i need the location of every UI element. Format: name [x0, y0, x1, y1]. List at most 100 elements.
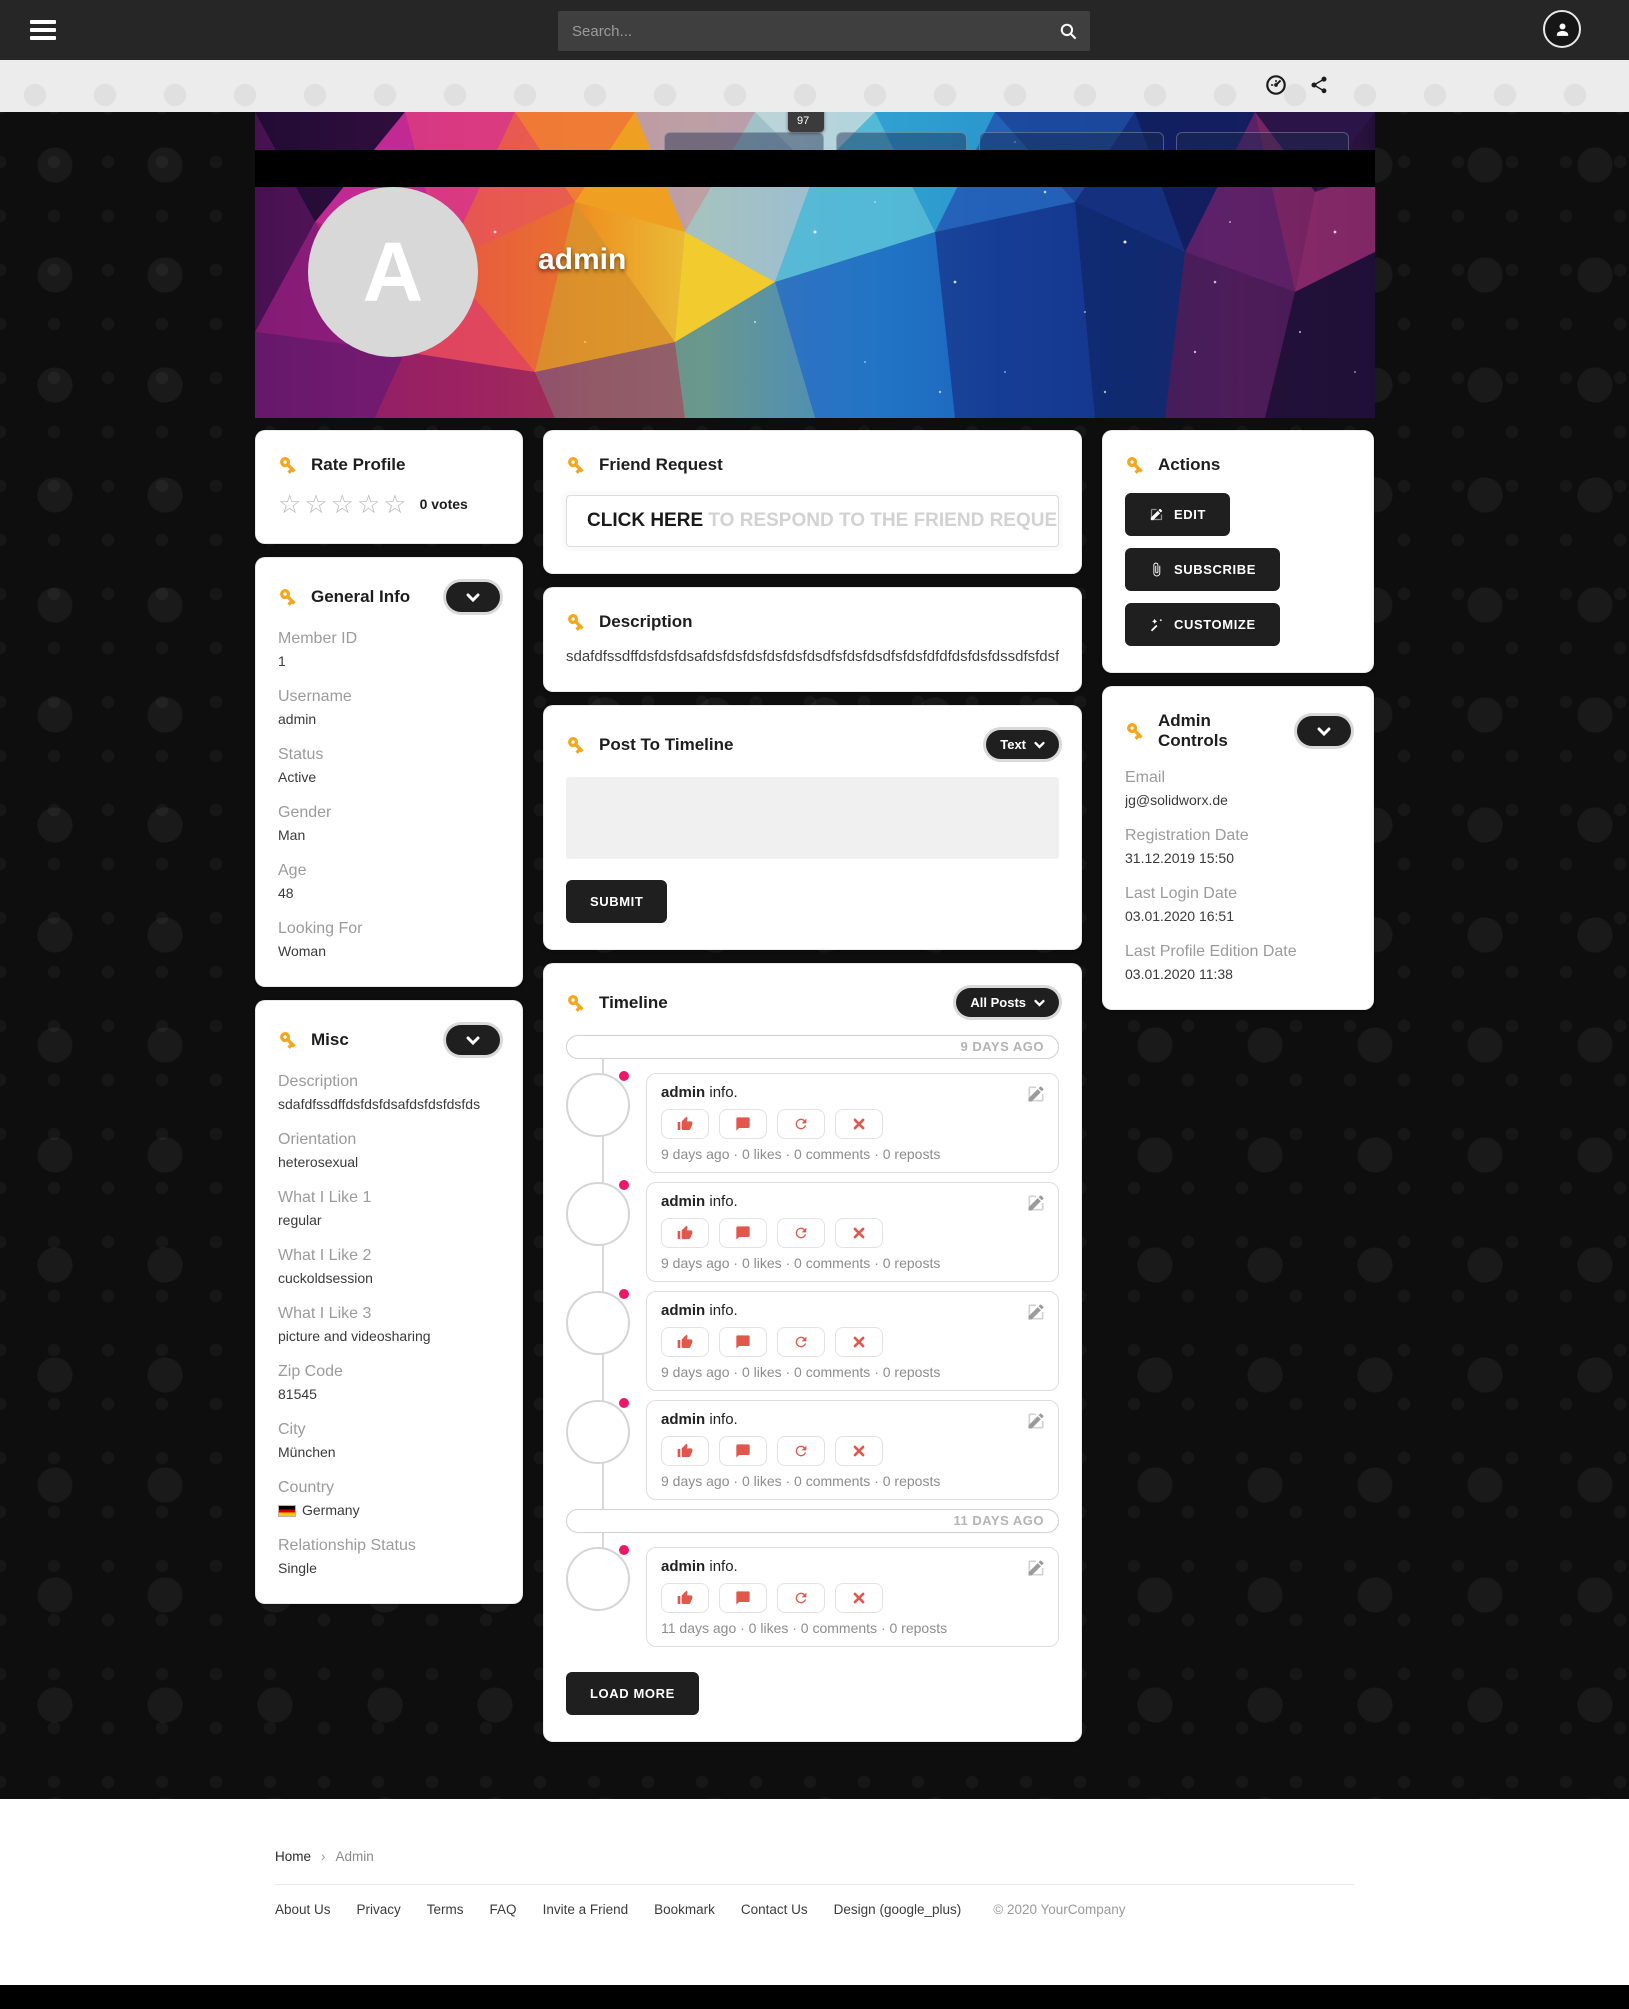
repost-button[interactable]: [777, 1583, 825, 1613]
post-avatar[interactable]: [566, 1182, 630, 1246]
post-author[interactable]: admin: [661, 1302, 705, 1319]
delete-button[interactable]: [835, 1327, 883, 1357]
key-icon: [1121, 451, 1149, 479]
edit-post-icon[interactable]: [1026, 1558, 1046, 1578]
field-label: Country: [278, 1478, 500, 1497]
timeline-filter-dropdown[interactable]: All Posts: [956, 988, 1059, 1017]
account-menu-button[interactable]: [1543, 10, 1581, 48]
footer-link[interactable]: Invite a Friend: [543, 1902, 629, 1917]
field-value: heterosexual: [278, 1154, 500, 1171]
profile-field: Age 48: [278, 861, 500, 902]
repost-button[interactable]: [777, 1218, 825, 1248]
like-button[interactable]: [661, 1436, 709, 1466]
post-author-line: admin info.: [661, 1558, 1044, 1576]
key-icon: [562, 608, 590, 636]
paperclip-icon: [1149, 562, 1164, 577]
chevron-down-icon: [1034, 741, 1045, 749]
like-button[interactable]: [661, 1327, 709, 1357]
field-value: 03.01.2020 11:38: [1125, 966, 1351, 983]
post-avatar[interactable]: [566, 1400, 630, 1464]
breadcrumb-home-link[interactable]: Home: [275, 1849, 311, 1864]
footer-divider: [275, 1884, 1354, 1885]
thumbs-up-icon: [677, 1443, 693, 1459]
star-icon[interactable]: ☆: [331, 491, 357, 517]
key-icon: [274, 1026, 302, 1054]
top-navbar: [0, 0, 1629, 60]
profile-avatar[interactable]: A: [308, 187, 478, 357]
post-avatar[interactable]: [566, 1547, 630, 1611]
edit-post-icon[interactable]: [1026, 1411, 1046, 1431]
star-icon[interactable]: ☆: [278, 491, 304, 517]
post-text: info.: [705, 1411, 738, 1428]
footer-link[interactable]: Privacy: [357, 1902, 401, 1917]
footer-link[interactable]: Contact Us: [741, 1902, 808, 1917]
star-icon[interactable]: ☆: [383, 491, 409, 517]
profile-field: Status Active: [278, 745, 500, 786]
hamburger-menu-icon[interactable]: [30, 20, 56, 40]
delete-button[interactable]: [835, 1436, 883, 1466]
like-button[interactable]: [661, 1583, 709, 1613]
repost-button[interactable]: [777, 1436, 825, 1466]
bottom-strip: [0, 1985, 1629, 2009]
profile-field: Country Germany: [278, 1478, 500, 1519]
field-value: cuckoldsession: [278, 1270, 500, 1287]
votes-count: 0 votes: [420, 496, 468, 512]
edit-post-icon[interactable]: [1026, 1193, 1046, 1213]
dashboard-icon[interactable]: [1265, 74, 1287, 96]
subscribe-button[interactable]: SUBSCRIBE: [1125, 548, 1280, 591]
footer-link[interactable]: FAQ: [490, 1902, 517, 1917]
post-author[interactable]: admin: [661, 1193, 705, 1210]
timeline-post: admin info.: [566, 1547, 1059, 1647]
comment-button[interactable]: [719, 1327, 767, 1357]
post-author[interactable]: admin: [661, 1558, 705, 1575]
post-avatar[interactable]: [566, 1073, 630, 1137]
post-author[interactable]: admin: [661, 1411, 705, 1428]
footer-link[interactable]: Terms: [427, 1902, 464, 1917]
load-more-button[interactable]: LOAD MORE: [566, 1672, 699, 1715]
star-icon[interactable]: ☆: [357, 491, 383, 517]
friend-request-respond-link[interactable]: CLICK HERE TO RESPOND TO THE FRIEND REQU…: [566, 495, 1059, 547]
post-status-dot: [619, 1071, 629, 1081]
cover-section: 571 97 CHANGE THUMBNAIL CHANGE COVER BEF…: [0, 112, 1629, 418]
post-author[interactable]: admin: [661, 1084, 705, 1101]
delete-button[interactable]: [835, 1109, 883, 1139]
search-input[interactable]: [558, 23, 1046, 40]
timeline-post: admin info.: [566, 1073, 1059, 1173]
post-to-timeline-card: Post To Timeline Text SUBMIT: [543, 705, 1082, 950]
delete-button[interactable]: [835, 1583, 883, 1613]
collapse-toggle-button[interactable]: [1297, 716, 1351, 746]
edit-button[interactable]: EDIT: [1125, 493, 1230, 536]
comment-button[interactable]: [719, 1109, 767, 1139]
footer: Home › Admin About Us Privacy Terms FAQ Invi…: [0, 1799, 1629, 1985]
collapse-toggle-button[interactable]: [446, 582, 500, 612]
sub-header: [0, 60, 1629, 112]
comment-button[interactable]: [719, 1583, 767, 1613]
post-type-dropdown[interactable]: Text: [986, 730, 1059, 759]
customize-button[interactable]: CUSTOMIZE: [1125, 603, 1280, 646]
submit-button[interactable]: SUBMIT: [566, 880, 667, 923]
search-button[interactable]: [1046, 11, 1090, 51]
collapse-toggle-button[interactable]: [446, 1025, 500, 1055]
footer-link[interactable]: Design (google_plus): [834, 1902, 962, 1917]
star-icon[interactable]: ☆: [304, 491, 330, 517]
repost-button[interactable]: [777, 1109, 825, 1139]
comment-button[interactable]: [719, 1218, 767, 1248]
footer-link[interactable]: About Us: [275, 1902, 331, 1917]
like-button[interactable]: [661, 1109, 709, 1139]
post-actions: [661, 1583, 1044, 1613]
breadcrumb: Home › Admin: [275, 1849, 1354, 1864]
edit-post-icon[interactable]: [1026, 1302, 1046, 1322]
field-value: picture and videosharing: [278, 1328, 500, 1345]
delete-button[interactable]: [835, 1218, 883, 1248]
middle-column: Friend Request CLICK HERE TO RESPOND TO …: [543, 430, 1082, 1755]
post-avatar[interactable]: [566, 1291, 630, 1355]
comment-button[interactable]: [719, 1436, 767, 1466]
post-body: admin info.: [646, 1073, 1059, 1173]
footer-link[interactable]: Bookmark: [654, 1902, 715, 1917]
repost-button[interactable]: [777, 1327, 825, 1357]
share-icon[interactable]: [1309, 74, 1329, 96]
post-textarea[interactable]: [566, 777, 1059, 859]
like-button[interactable]: [661, 1218, 709, 1248]
field-label: Last Profile Edition Date: [1125, 942, 1351, 961]
edit-post-icon[interactable]: [1026, 1084, 1046, 1104]
